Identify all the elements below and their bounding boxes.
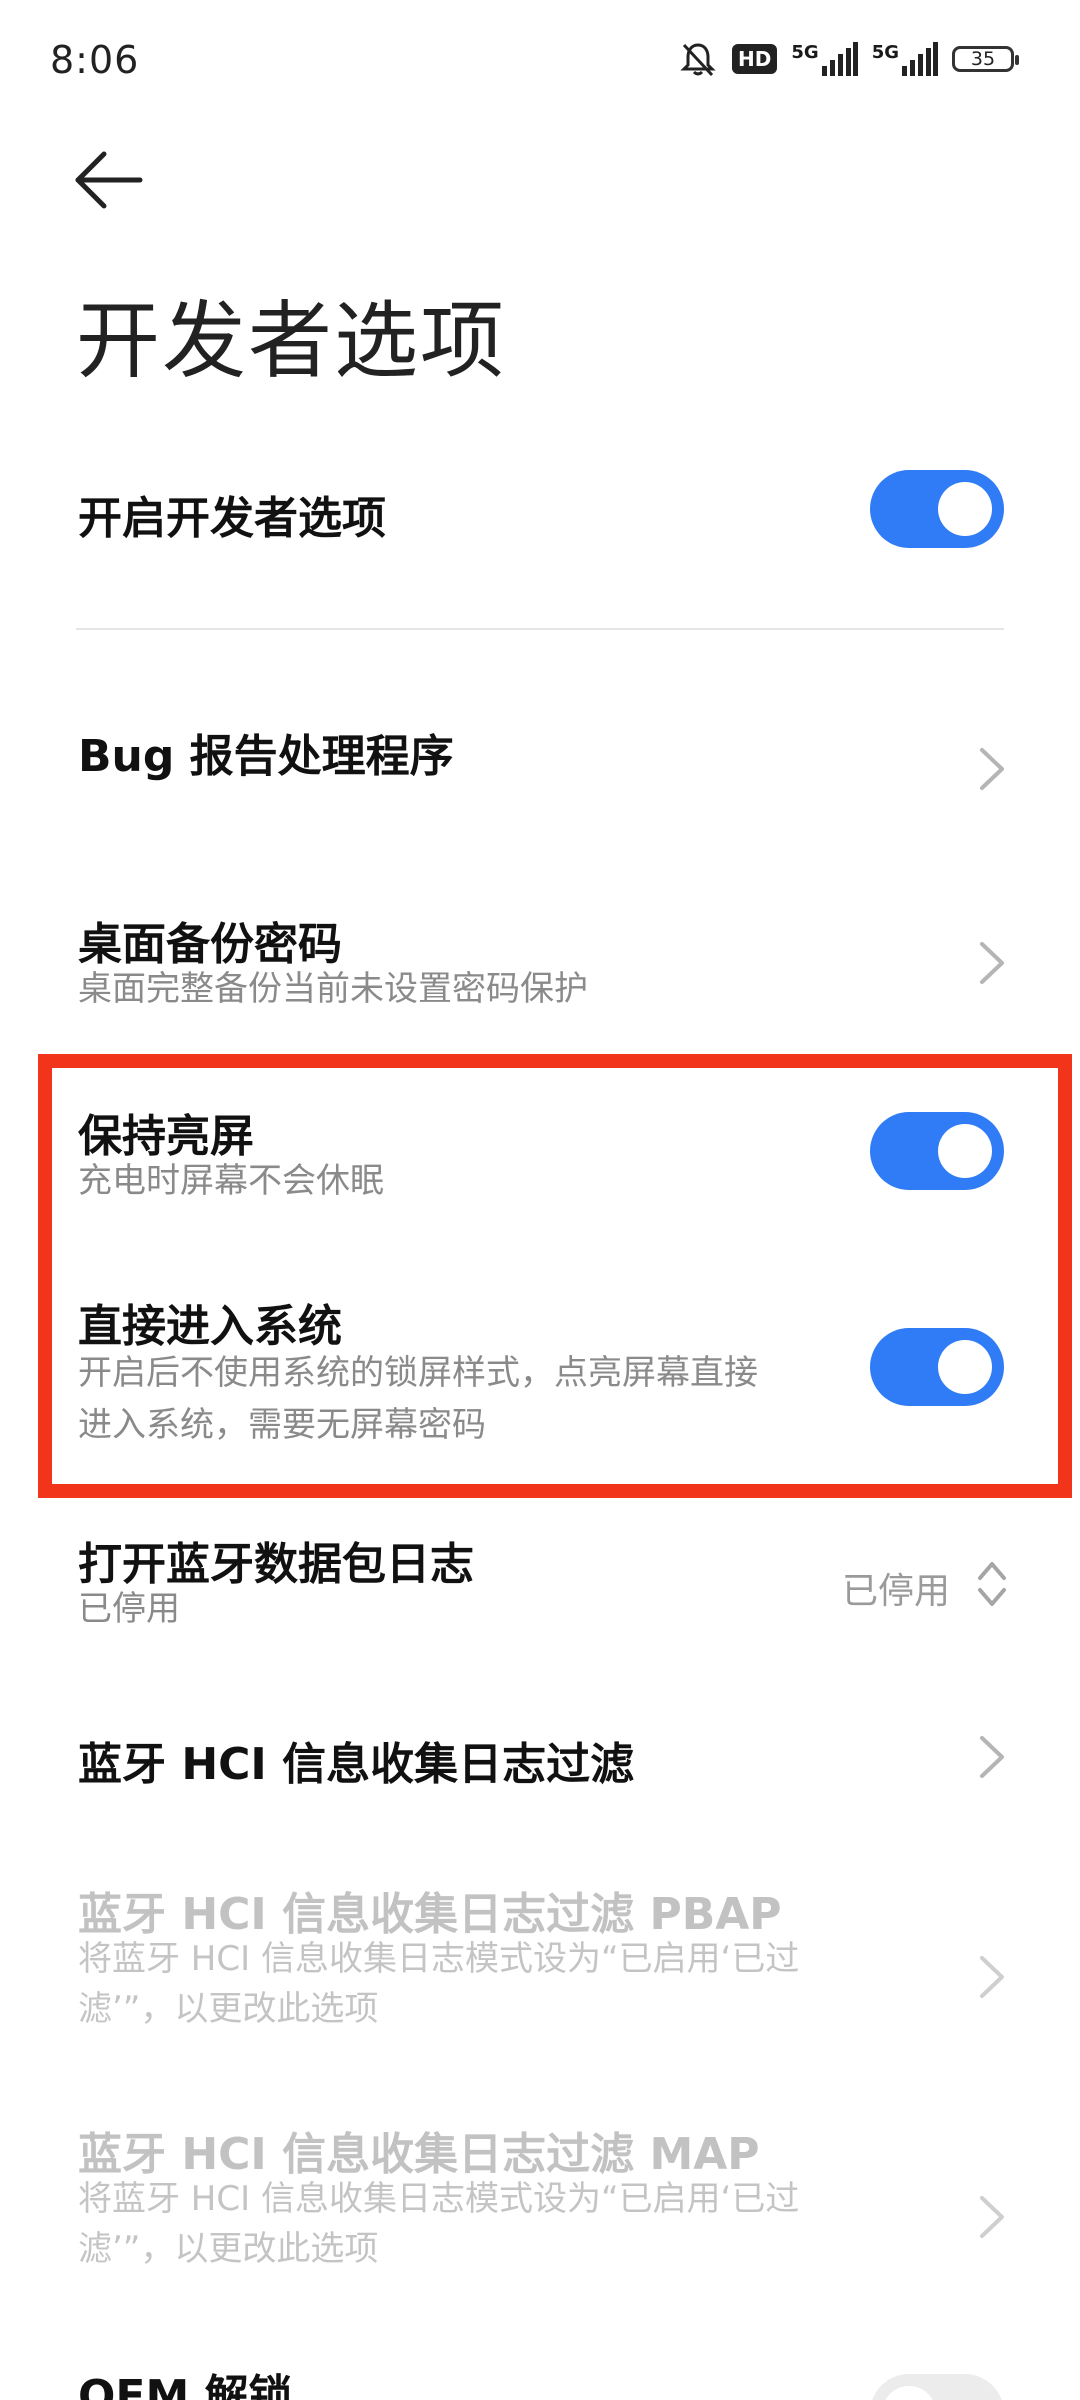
network-type-2: 5G [871, 42, 899, 63]
highlight-box [38, 1054, 1072, 1498]
signal-bars-icon [902, 42, 938, 76]
bluetooth-hci-filter-map-row: 蓝牙 HCI 信息收集日志过滤 MAP 将蓝牙 HCI 信息收集日志模式设为“已… [0, 2110, 1080, 2290]
bluetooth-hci-filter-map-subtitle-2: 滤’”，以更改此选项 [78, 2229, 379, 2269]
bluetooth-hci-filter-pbap-subtitle-1: 将蓝牙 HCI 信息收集日志模式设为“已启用‘已过 [78, 1939, 800, 1979]
bluetooth-snoop-log-label: 打开蓝牙数据包日志 [78, 1539, 474, 1590]
muted-bell-icon [680, 43, 716, 77]
bug-report-handler-row[interactable]: Bug 报告处理程序 [0, 680, 1080, 830]
oem-unlock-row[interactable]: OEM 解锁 [0, 2340, 1080, 2400]
page-title: 开发者选项 [76, 292, 507, 390]
hd-badge: HD [732, 44, 778, 74]
chevron-right-icon [980, 942, 1004, 984]
battery-icon: 35 [952, 46, 1019, 72]
bluetooth-snoop-log-row[interactable]: 打开蓝牙数据包日志 已停用 已停用 [0, 1520, 1080, 1680]
toggle-knob [882, 2386, 936, 2400]
back-arrow-icon [75, 151, 143, 209]
back-button[interactable] [74, 148, 144, 212]
chevron-right-icon [980, 748, 1004, 790]
signal-2: 5G [872, 42, 938, 76]
oem-unlock-toggle[interactable] [870, 2374, 1004, 2400]
bluetooth-hci-filter-pbap-subtitle-2: 滤’”，以更改此选项 [78, 1989, 379, 2029]
enable-dev-options-row[interactable]: 开启开发者选项 [0, 440, 1080, 580]
bluetooth-hci-filter-map-label: 蓝牙 HCI 信息收集日志过滤 MAP [78, 2129, 760, 2180]
bug-report-handler-label: Bug 报告处理程序 [78, 731, 454, 782]
bluetooth-snoop-log-value[interactable]: 已停用 [842, 1562, 950, 1614]
updown-chevron-icon [978, 1562, 1006, 1606]
bluetooth-hci-filter-row[interactable]: 蓝牙 HCI 信息收集日志过滤 [0, 1700, 1080, 1840]
status-icons: HD 5G 5G 35 [678, 36, 1019, 82]
enable-dev-options-toggle[interactable] [870, 470, 1004, 548]
toggle-knob [938, 482, 992, 536]
desktop-backup-password-subtitle: 桌面完整备份当前未设置密码保护 [78, 969, 588, 1009]
status-time: 8:06 [50, 38, 140, 82]
chevron-right-icon [980, 2196, 1004, 2238]
chevron-right-icon [980, 1736, 1004, 1778]
chevron-right-icon [980, 1956, 1004, 1998]
network-type-1: 5G [791, 42, 819, 63]
bluetooth-hci-filter-label: 蓝牙 HCI 信息收集日志过滤 [78, 1739, 635, 1790]
desktop-backup-password-label: 桌面备份密码 [78, 919, 342, 970]
oem-unlock-label: OEM 解锁 [78, 2371, 293, 2400]
divider [76, 628, 1004, 630]
desktop-backup-password-row[interactable]: 桌面备份密码 桌面完整备份当前未设置密码保护 [0, 880, 1080, 1040]
signal-1: 5G [791, 42, 858, 76]
bluetooth-hci-filter-pbap-label: 蓝牙 HCI 信息收集日志过滤 PBAP [78, 1889, 782, 1940]
bluetooth-snoop-log-subtitle: 已停用 [78, 1589, 180, 1629]
enable-dev-options-label: 开启开发者选项 [78, 493, 386, 544]
signal-bars-icon [821, 42, 858, 76]
bluetooth-hci-filter-pbap-row: 蓝牙 HCI 信息收集日志过滤 PBAP 将蓝牙 HCI 信息收集日志模式设为“… [0, 1870, 1080, 2050]
bluetooth-hci-filter-map-subtitle-1: 将蓝牙 HCI 信息收集日志模式设为“已启用‘已过 [78, 2179, 800, 2219]
